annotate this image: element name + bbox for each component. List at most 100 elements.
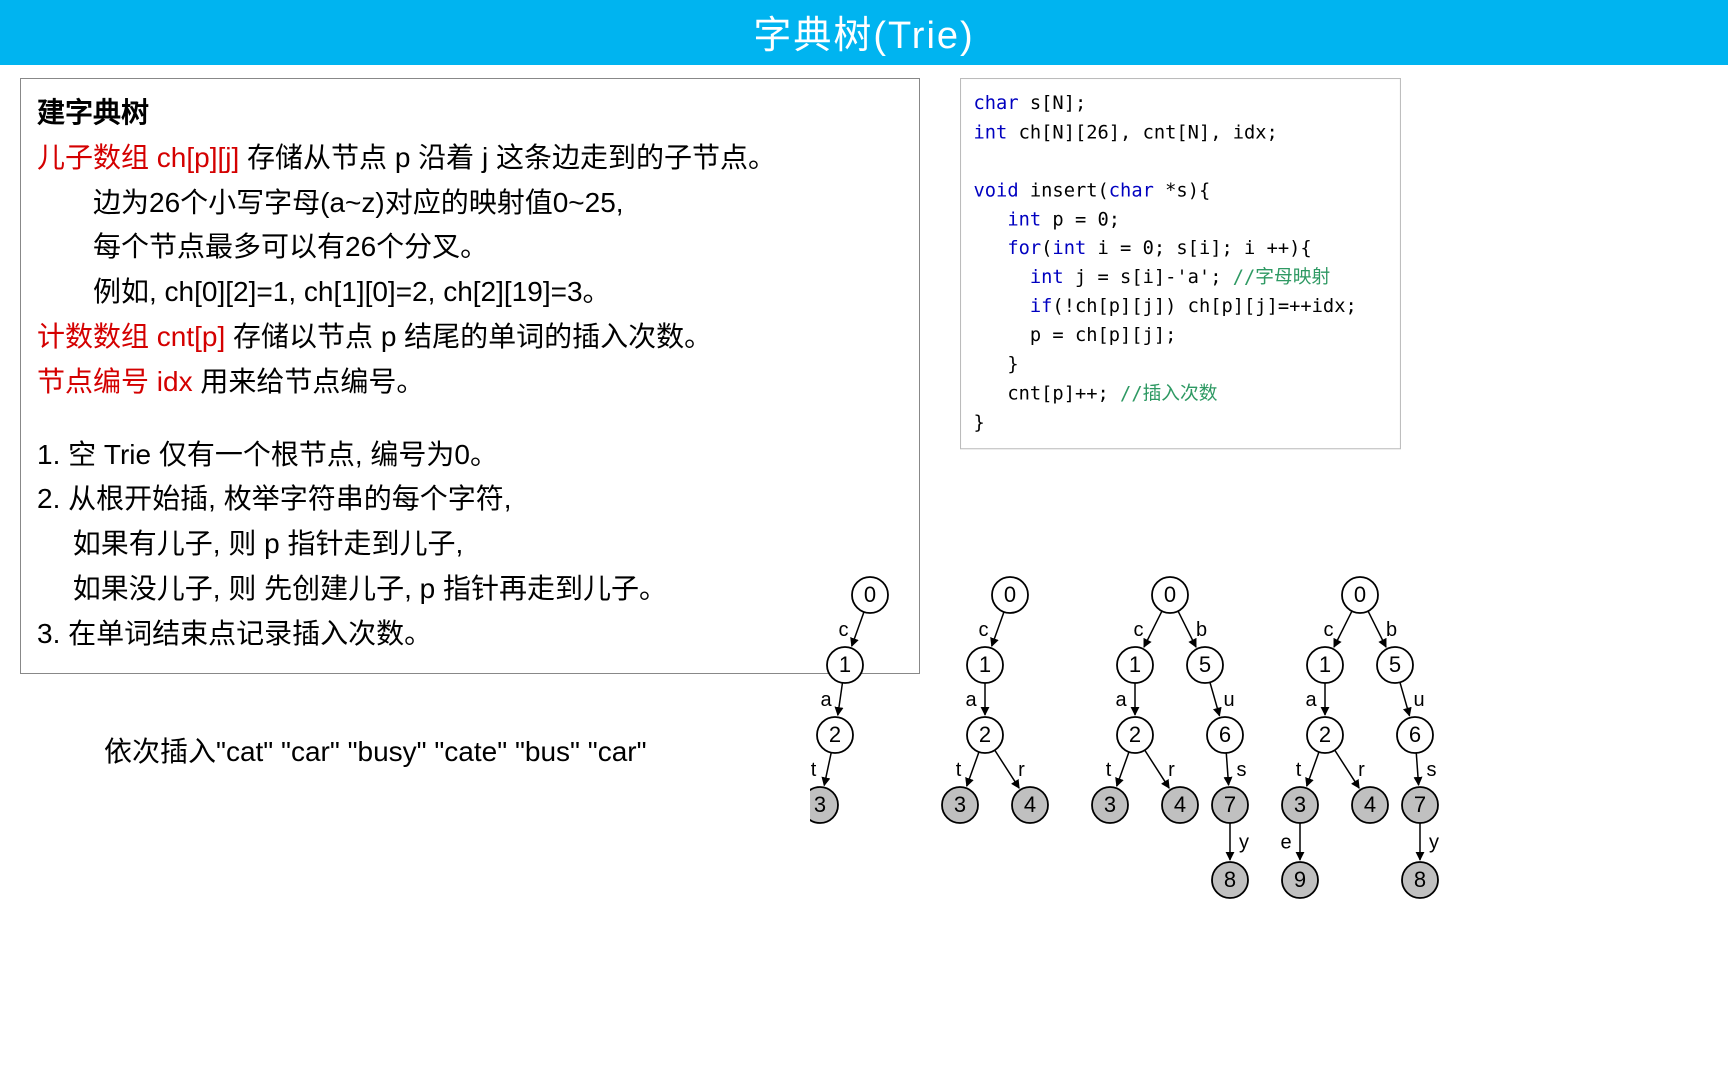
svg-text:a: a xyxy=(820,689,832,711)
svg-text:5: 5 xyxy=(1389,652,1401,677)
svg-text:u: u xyxy=(1413,689,1424,711)
code-token: } xyxy=(974,409,1388,438)
svg-text:0: 0 xyxy=(864,582,876,607)
svg-text:b: b xyxy=(1386,619,1397,641)
code-indent xyxy=(974,383,1008,405)
svg-text:3: 3 xyxy=(1104,792,1116,817)
svg-text:9: 9 xyxy=(1294,867,1306,892)
code-token: ch[N][26], cnt[N], idx; xyxy=(1007,122,1277,144)
code-token: } xyxy=(1007,354,1018,376)
text: 例如, ch[0][2]=1, ch[1][0]=2, ch[2][19]=3。 xyxy=(37,270,903,315)
code-token: int xyxy=(1030,267,1064,289)
svg-text:c: c xyxy=(1324,619,1334,641)
svg-text:t: t xyxy=(956,759,962,781)
svg-text:0: 0 xyxy=(1354,582,1366,607)
svg-text:y: y xyxy=(1429,832,1439,854)
svg-text:a: a xyxy=(1305,689,1317,711)
code-block: char s[N]; int ch[N][26], cnt[N], idx; v… xyxy=(960,78,1401,449)
svg-text:b: b xyxy=(1196,619,1207,641)
svg-text:t: t xyxy=(1106,759,1112,781)
text: 存储以节点 p 结尾的单词的插入次数。 xyxy=(225,321,712,352)
svg-text:c: c xyxy=(1134,619,1144,641)
text: 用来给节点编号。 xyxy=(193,366,425,397)
svg-text:e: e xyxy=(1280,832,1291,854)
code-indent xyxy=(974,267,1030,289)
svg-text:r: r xyxy=(1358,759,1365,781)
svg-text:4: 4 xyxy=(1364,792,1376,817)
svg-text:7: 7 xyxy=(1224,792,1236,817)
code-token: p = 0; xyxy=(1041,209,1120,231)
svg-text:7: 7 xyxy=(1414,792,1426,817)
text-count-array: 计数数组 cnt[p] xyxy=(37,321,225,352)
code-token: s[N]; xyxy=(1019,93,1087,115)
svg-text:1: 1 xyxy=(979,652,991,677)
code-token: void xyxy=(974,180,1019,202)
code-token: *s){ xyxy=(1154,180,1210,202)
svg-text:6: 6 xyxy=(1409,722,1421,747)
text: 边为26个小写字母(a~z)对应的映射值0~25, xyxy=(37,181,903,226)
section-heading: 建字典树 xyxy=(37,97,149,128)
code-token: j = s[i]-'a'; xyxy=(1064,267,1233,289)
list-item: 如果有儿子, 则 p 指针走到儿子, xyxy=(37,522,903,567)
svg-text:r: r xyxy=(1018,759,1025,781)
svg-text:1: 1 xyxy=(1129,652,1141,677)
svg-text:u: u xyxy=(1223,689,1234,711)
code-indent xyxy=(974,209,1008,231)
svg-text:0: 0 xyxy=(1004,582,1016,607)
insert-sequence: 依次插入"cat" "car" "busy" "cate" "bus" "car… xyxy=(104,730,647,770)
code-indent xyxy=(974,325,1030,347)
code-token: int xyxy=(1007,209,1041,231)
svg-text:t: t xyxy=(811,759,817,781)
text: 存储从节点 p 沿着 j 这条边走到的子节点。 xyxy=(239,142,776,173)
code-comment: //字母映射 xyxy=(1233,267,1330,289)
code-indent xyxy=(974,354,1008,376)
svg-text:8: 8 xyxy=(1414,867,1426,892)
svg-text:s: s xyxy=(1427,759,1437,781)
trie-diagram: c a t 0 1 2 3 c a t r 0 1 2 3 4 c b a u t r s y 0 1 5 2 6 3 4 7 8 c b a u t r s… xyxy=(810,570,1490,945)
code-token: p = ch[p][j]; xyxy=(1030,325,1177,347)
svg-text:c: c xyxy=(839,619,849,641)
svg-text:s: s xyxy=(1237,759,1247,781)
code-indent xyxy=(974,238,1008,260)
svg-text:2: 2 xyxy=(1129,722,1141,747)
list-item: 3. 在单词结束点记录插入次数。 xyxy=(37,612,903,657)
list-item: 如果没儿子, 则 先创建儿子, p 指针再走到儿子。 xyxy=(37,567,903,612)
code-token: char xyxy=(1109,180,1154,202)
code-token: int xyxy=(1052,238,1086,260)
code-token: (!ch[p][j]) ch[p][j]=++idx; xyxy=(1052,296,1356,318)
svg-text:4: 4 xyxy=(1174,792,1186,817)
svg-text:2: 2 xyxy=(829,722,841,747)
text-idx: 节点编号 idx xyxy=(37,366,193,397)
svg-text:2: 2 xyxy=(1319,722,1331,747)
list-item: 2. 从根开始插, 枚举字符串的每个字符, xyxy=(37,477,903,522)
code-token: if xyxy=(1030,296,1053,318)
code-token: int xyxy=(974,122,1008,144)
svg-text:t: t xyxy=(1296,759,1302,781)
svg-text:a: a xyxy=(1115,689,1127,711)
page-title: 字典树(Trie) xyxy=(0,0,1728,65)
svg-text:0: 0 xyxy=(1164,582,1176,607)
svg-text:8: 8 xyxy=(1224,867,1236,892)
svg-text:2: 2 xyxy=(979,722,991,747)
svg-text:5: 5 xyxy=(1199,652,1211,677)
explanation-box: 建字典树 儿子数组 ch[p][j] 存储从节点 p 沿着 j 这条边走到的子节… xyxy=(20,78,920,674)
svg-text:r: r xyxy=(1168,759,1175,781)
svg-text:y: y xyxy=(1239,832,1249,854)
code-token: ( xyxy=(1041,238,1052,260)
svg-text:4: 4 xyxy=(1024,792,1036,817)
code-token: for xyxy=(1007,238,1041,260)
code-indent xyxy=(974,296,1030,318)
svg-text:6: 6 xyxy=(1219,722,1231,747)
svg-text:1: 1 xyxy=(1319,652,1331,677)
code-comment: //插入次数 xyxy=(1120,383,1217,405)
svg-text:3: 3 xyxy=(954,792,966,817)
code-token: insert( xyxy=(1019,180,1109,202)
svg-text:1: 1 xyxy=(839,652,851,677)
text-child-array: 儿子数组 ch[p][j] xyxy=(37,142,239,173)
code-token: i = 0; s[i]; i ++){ xyxy=(1086,238,1311,260)
text: 每个节点最多可以有26个分叉。 xyxy=(37,225,903,270)
svg-text:c: c xyxy=(979,619,989,641)
svg-text:a: a xyxy=(965,689,977,711)
svg-text:3: 3 xyxy=(814,792,826,817)
code-token: char xyxy=(974,93,1019,115)
